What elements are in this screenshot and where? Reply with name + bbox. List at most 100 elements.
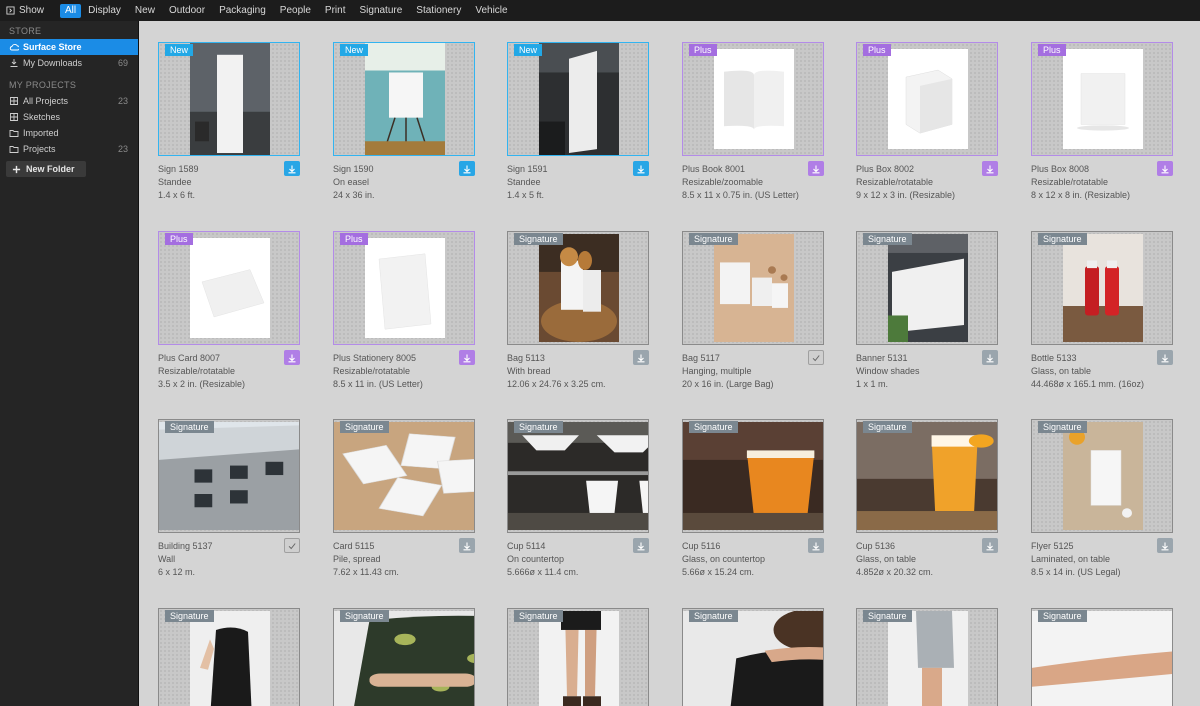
sig-badge: Signature (863, 421, 912, 433)
download-icon (636, 541, 646, 551)
download-button[interactable] (459, 350, 475, 365)
product-photo (508, 422, 648, 530)
sidebar-item-my-downloads[interactable]: My Downloads 69 (0, 55, 138, 71)
product-size: 5.666ø x 11.4 cm. (507, 567, 579, 577)
download-button[interactable] (808, 161, 824, 176)
product-meta: Banner 5131 Window shades 1 x 1 m. (856, 352, 998, 391)
filter-tab-outdoor[interactable]: Outdoor (162, 4, 212, 18)
download-icon (636, 164, 646, 174)
filter-tab-signature[interactable]: Signature (352, 4, 409, 18)
product-thumbnail[interactable]: Plus (158, 231, 300, 345)
product-photo (190, 43, 270, 155)
filter-tab-print[interactable]: Print (318, 4, 353, 18)
download-button[interactable] (633, 538, 649, 553)
sidebar-item-sketches[interactable]: Sketches (0, 109, 138, 125)
sig-badge: Signature (689, 233, 738, 245)
product-thumbnail[interactable]: Signature (158, 419, 300, 533)
product-photo (1063, 49, 1143, 149)
product-thumbnail[interactable]: Signature (682, 608, 824, 706)
product-photo (1063, 422, 1143, 530)
product-thumbnail[interactable]: Signature (682, 231, 824, 345)
product-thumbnail[interactable]: Signature (856, 608, 998, 706)
product-meta: Plus Card 8007 Resizable/rotatable 3.5 x 2… (158, 352, 300, 391)
download-button[interactable] (982, 350, 998, 365)
filter-tab-new[interactable]: New (128, 4, 162, 18)
product-photo (714, 49, 794, 149)
filter-tab-vehicle[interactable]: Vehicle (468, 4, 514, 18)
download-button[interactable] (808, 538, 824, 553)
filter-tab-all[interactable]: All (60, 3, 82, 18)
download-button[interactable] (1157, 161, 1173, 176)
product-thumbnail[interactable]: Signature (333, 608, 475, 706)
product-photo (683, 611, 823, 706)
product-subtitle: On easel (333, 177, 370, 187)
product-thumbnail[interactable]: Signature (507, 419, 649, 533)
product-thumbnail[interactable]: Signature (507, 608, 649, 706)
filter-tab-people[interactable]: People (273, 4, 318, 18)
folder-icon (8, 128, 19, 139)
product-subtitle: Glass, on table (856, 554, 917, 564)
product-thumbnail[interactable]: Signature (158, 608, 300, 706)
sidebar-item-imported[interactable]: Imported (0, 125, 138, 141)
download-icon (462, 541, 472, 551)
filter-tab-stationery[interactable]: Stationery (409, 4, 468, 18)
product-thumbnail[interactable]: Signature (856, 419, 998, 533)
product-thumbnail[interactable]: Signature (507, 231, 649, 345)
product-thumbnail[interactable]: New (333, 42, 475, 156)
product-thumbnail[interactable]: New (507, 42, 649, 156)
filter-tab-packaging[interactable]: Packaging (212, 4, 273, 18)
filter-tab-display[interactable]: Display (81, 4, 128, 18)
downloaded-button[interactable] (284, 538, 300, 553)
product-thumbnail[interactable]: New (158, 42, 300, 156)
download-button[interactable] (284, 350, 300, 365)
sidebar-item-label: All Projects (23, 96, 69, 106)
sidebar-item-projects[interactable]: Projects 23 (0, 141, 138, 157)
product-thumbnail[interactable]: Signature (856, 231, 998, 345)
product-thumbnail[interactable]: Plus (856, 42, 998, 156)
sig-badge: Signature (863, 233, 912, 245)
product-subtitle: Resizable/rotatable (856, 177, 934, 187)
product-size: 20 x 16 in. (Large Bag) (682, 379, 774, 389)
download-button[interactable] (1157, 350, 1173, 365)
product-thumbnail[interactable]: Signature (333, 419, 475, 533)
download-button[interactable] (459, 161, 475, 176)
product-size: 7.62 x 11.43 cm. (333, 567, 399, 577)
download-button[interactable] (1157, 538, 1173, 553)
product-thumbnail[interactable]: Plus (1031, 42, 1173, 156)
downloaded-button[interactable] (808, 350, 824, 365)
show-toggle[interactable]: Show (0, 5, 60, 16)
new-folder-label: New Folder (26, 164, 75, 174)
download-button[interactable] (459, 538, 475, 553)
product-title: Cup 5136 (856, 541, 896, 551)
product-thumbnail[interactable]: Signature (682, 419, 824, 533)
download-button[interactable] (284, 161, 300, 176)
sig-badge: Signature (514, 421, 563, 433)
product-size: 1.4 x 6 ft. (158, 190, 196, 200)
download-icon (462, 164, 472, 174)
download-button[interactable] (633, 161, 649, 176)
product-size: 8.5 x 14 in. (US Legal) (1031, 567, 1121, 577)
product-thumbnail[interactable]: Signature (1031, 231, 1173, 345)
download-button[interactable] (982, 161, 998, 176)
product-thumbnail[interactable]: Signature (1031, 608, 1173, 706)
sig-badge: Signature (1038, 233, 1087, 245)
sidebar-item-all-projects[interactable]: All Projects 23 (0, 93, 138, 109)
product-photo (365, 238, 445, 338)
sig-badge: Signature (340, 610, 389, 622)
new-folder-button[interactable]: New Folder (6, 161, 86, 177)
sidebar-item-surface-store[interactable]: Surface Store (0, 39, 138, 55)
product-thumbnail[interactable]: Signature (1031, 419, 1173, 533)
download-button[interactable] (633, 350, 649, 365)
product-thumbnail[interactable]: Plus (682, 42, 824, 156)
sig-badge: Signature (689, 421, 738, 433)
download-icon (462, 353, 472, 363)
product-title: Card 5115 (333, 541, 375, 551)
product-photo (888, 49, 968, 149)
download-button[interactable] (982, 538, 998, 553)
product-size: 9 x 12 x 3 in. (Resizable) (856, 190, 956, 200)
product-meta: Sign 1589 Standee 1.4 x 6 ft. (158, 163, 300, 202)
product-photo (539, 234, 619, 342)
plus-badge: Plus (1038, 44, 1066, 56)
download-icon (1160, 164, 1170, 174)
product-thumbnail[interactable]: Plus (333, 231, 475, 345)
